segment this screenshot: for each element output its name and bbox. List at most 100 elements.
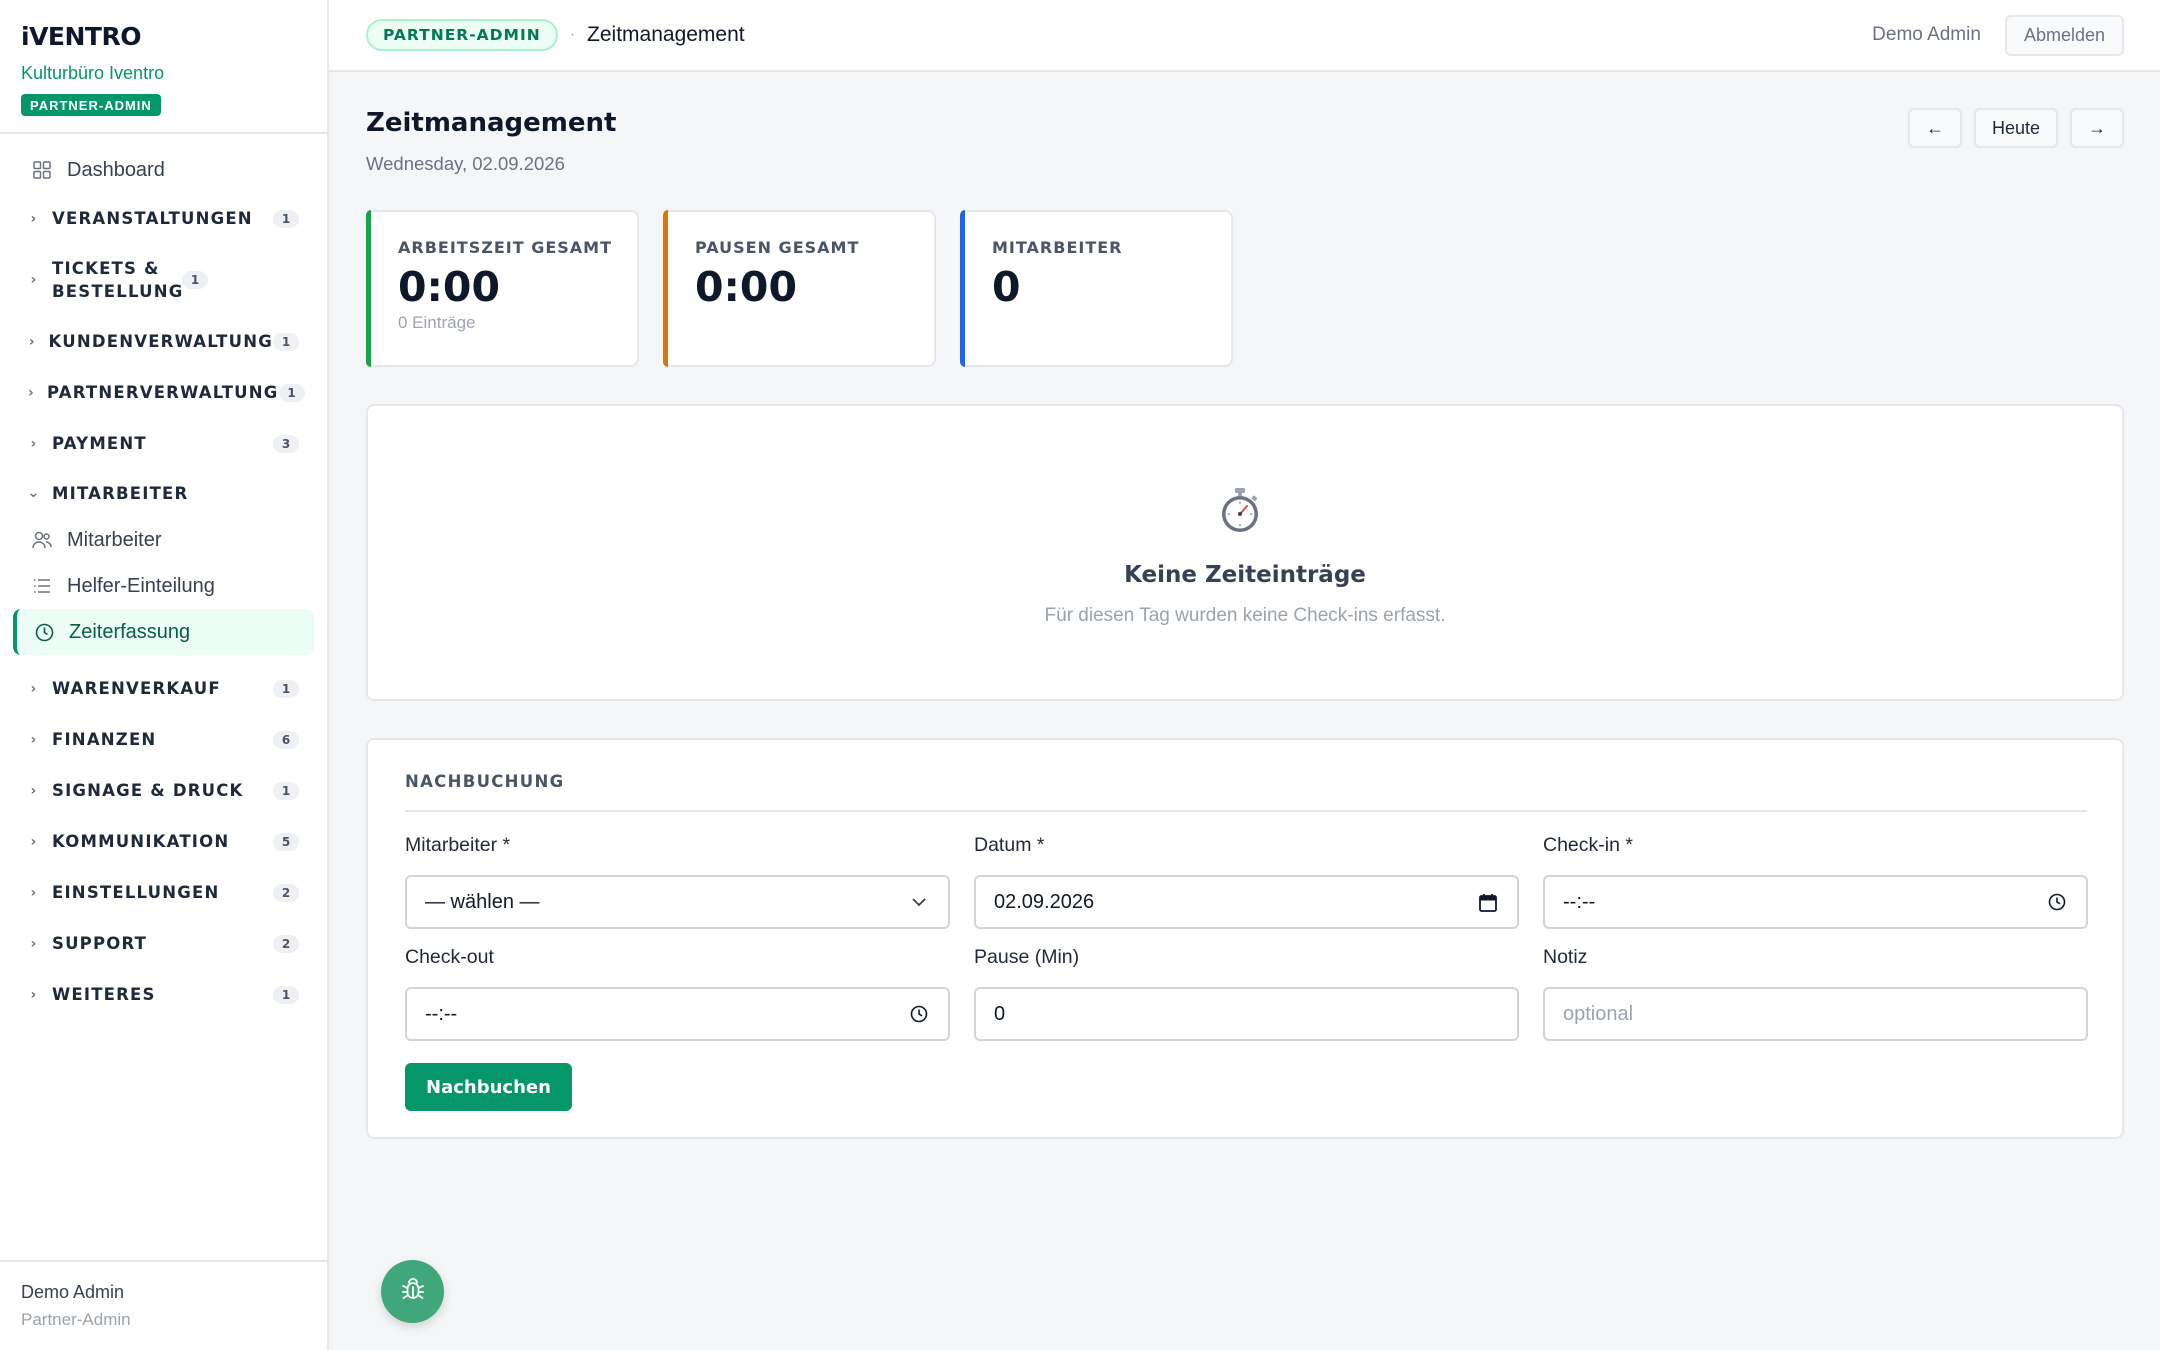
nav-group-label: WEITERES xyxy=(52,985,156,1004)
employee-label: Mitarbeiter * xyxy=(405,834,511,856)
stopwatch-icon xyxy=(1219,486,1261,534)
nav-group-label: SUPPORT xyxy=(52,934,148,953)
nav-group-mitarbeiter[interactable]: ⌄ MITARBEITER xyxy=(0,469,327,517)
count-badge: 1 xyxy=(273,209,299,228)
stat-label: PAUSEN GESAMT xyxy=(695,238,860,257)
pause-field: Pause (Min) 0 xyxy=(974,946,1519,1041)
nav-group-kommunikation[interactable]: › KOMMUNIKATION 5 xyxy=(0,816,327,867)
pause-input-value: 0 xyxy=(994,1002,1006,1025)
checkin-input-value: --:-- xyxy=(1563,890,1596,913)
nav-group-tickets[interactable]: › TICKETS & BESTELLUNG 1 xyxy=(0,244,327,316)
chevron-down-icon: ⌄ xyxy=(27,485,41,501)
checkout-input[interactable]: --:-- xyxy=(405,987,950,1041)
nav-group-signage[interactable]: › SIGNAGE & DRUCK 1 xyxy=(0,765,327,816)
count-badge: 1 xyxy=(273,985,299,1004)
empty-state: Keine Zeiteinträge Für diesen Tag wurden… xyxy=(366,404,2124,701)
nav-group-support[interactable]: › SUPPORT 2 xyxy=(0,918,327,969)
date-field: Datum * 02.09.2026 xyxy=(974,834,1519,929)
nav-group-veranstaltungen[interactable]: › VERANSTALTUNGEN 1 xyxy=(0,193,327,244)
chevron-right-icon: › xyxy=(30,782,38,799)
employee-field: Mitarbeiter * — wählen — xyxy=(405,834,950,929)
calendar-icon[interactable] xyxy=(1477,891,1499,913)
stat-card-pausen: PAUSEN GESAMT 0:00 xyxy=(663,210,936,367)
role-badge: PARTNER-ADMIN xyxy=(21,94,161,116)
checkout-field: Check-out --:-- xyxy=(405,946,950,1041)
nav-group-label: WARENVERKAUF xyxy=(52,679,221,698)
employee-select[interactable]: — wählen — xyxy=(405,875,950,929)
nav-group-payment[interactable]: › PAYMENT 3 xyxy=(0,418,327,469)
chevron-right-icon: › xyxy=(28,333,36,350)
checkout-label: Check-out xyxy=(405,946,494,968)
breadcrumb-current: Zeitmanagement xyxy=(587,23,745,46)
nav-group-label: KOMMUNIKATION xyxy=(52,832,230,851)
stat-subtext: 0 Einträge xyxy=(398,313,476,332)
sidebar-item-helfer-einteilung[interactable]: Helfer-Einteilung xyxy=(13,563,314,609)
nav-group-label: SIGNAGE & DRUCK xyxy=(52,781,244,800)
sidebar-item-mitarbeiter[interactable]: Mitarbeiter xyxy=(13,517,314,563)
date-label: Datum * xyxy=(974,834,1045,856)
checkout-input-value: --:-- xyxy=(425,1002,458,1025)
list-icon xyxy=(31,575,53,597)
sidebar-item-dashboard[interactable]: Dashboard xyxy=(13,147,314,193)
checkin-field: Check-in * --:-- xyxy=(1543,834,2088,929)
sidebar-item-label: Mitarbeiter xyxy=(67,528,162,551)
stat-label: ARBEITSZEIT GESAMT xyxy=(398,238,612,257)
stat-card-arbeitszeit: ARBEITSZEIT GESAMT 0:00 0 Einträge xyxy=(366,210,639,367)
date-input[interactable]: 02.09.2026 xyxy=(974,875,1519,929)
nav-group-partnerverwaltung[interactable]: › PARTNERVERWALTUNG 1 xyxy=(0,367,327,418)
page-title: Zeitmanagement xyxy=(366,108,617,138)
count-badge: 5 xyxy=(273,832,299,851)
today-button[interactable]: Heute xyxy=(1973,108,2058,148)
users-icon xyxy=(31,529,53,551)
note-label: Notiz xyxy=(1543,946,1588,968)
empty-title: Keine Zeiteinträge xyxy=(1124,562,1366,588)
grid-icon xyxy=(31,159,53,181)
prev-day-button[interactable]: ← xyxy=(1907,108,1962,148)
clock-icon xyxy=(33,621,55,643)
footer-user-name: Demo Admin xyxy=(21,1282,125,1302)
note-input[interactable]: optional xyxy=(1543,987,2088,1041)
count-badge: 2 xyxy=(273,934,299,953)
chevron-right-icon: › xyxy=(30,935,38,952)
pause-input[interactable]: 0 xyxy=(974,987,1519,1041)
organization-name: Kulturbüro Iventro xyxy=(21,63,165,83)
form-divider xyxy=(405,810,2087,812)
logout-button[interactable]: Abmelden xyxy=(2004,14,2124,56)
stat-card-mitarbeiter: MITARBEITER 0 xyxy=(960,210,1233,367)
checkin-label: Check-in * xyxy=(1543,834,1633,856)
stats-row: ARBEITSZEIT GESAMT 0:00 0 Einträge PAUSE… xyxy=(366,210,1233,367)
count-badge: 1 xyxy=(273,679,299,698)
nachbuchen-button[interactable]: Nachbuchen xyxy=(405,1063,572,1111)
chevron-right-icon: › xyxy=(30,986,38,1003)
nav-group-label: PAYMENT xyxy=(52,434,147,453)
count-badge: 1 xyxy=(273,332,299,351)
checkin-input[interactable]: --:-- xyxy=(1543,875,2088,929)
count-badge: 1 xyxy=(273,781,299,800)
brand: iVENTRO Kulturbüro Iventro PARTNER-ADMIN xyxy=(0,0,327,134)
nav-group-finanzen[interactable]: › FINANZEN 6 xyxy=(0,714,327,765)
nav-group-warenverkauf[interactable]: › WARENVERKAUF 1 xyxy=(0,663,327,714)
current-user: Demo Admin xyxy=(1872,24,1981,45)
sidebar-item-label: Dashboard xyxy=(67,158,165,181)
count-badge: 2 xyxy=(273,883,299,902)
app-logo[interactable]: iVENTRO xyxy=(21,22,306,51)
nav-group-einstellungen[interactable]: › EINSTELLUNGEN 2 xyxy=(0,867,327,918)
chevron-down-icon xyxy=(908,891,930,913)
sidebar-footer: Demo Admin Partner-Admin xyxy=(0,1260,327,1350)
nav-group-weiteres[interactable]: › WEITERES 1 xyxy=(0,969,327,1020)
sidebar-item-label: Helfer-Einteilung xyxy=(67,574,215,597)
note-placeholder: optional xyxy=(1563,1002,1634,1025)
employee-select-value: — wählen — xyxy=(425,890,540,913)
count-badge: 1 xyxy=(182,271,208,289)
clock-icon[interactable] xyxy=(908,1003,930,1025)
page-date: Wednesday, 02.09.2026 xyxy=(366,153,565,174)
nav-group-label: MITARBEITER xyxy=(52,483,189,503)
nav-group-label: EINSTELLUNGEN xyxy=(52,883,220,902)
next-day-button[interactable]: → xyxy=(2070,108,2124,148)
sidebar-item-zeiterfassung[interactable]: Zeiterfassung xyxy=(13,609,314,655)
bug-report-button[interactable] xyxy=(381,1260,444,1323)
nav-group-kundenverwaltung[interactable]: › KUNDENVERWALTUNG 1 xyxy=(0,316,327,367)
clock-icon[interactable] xyxy=(2046,891,2068,913)
count-badge: 1 xyxy=(278,383,305,402)
nav-group-label: VERANSTALTUNGEN xyxy=(52,209,253,228)
